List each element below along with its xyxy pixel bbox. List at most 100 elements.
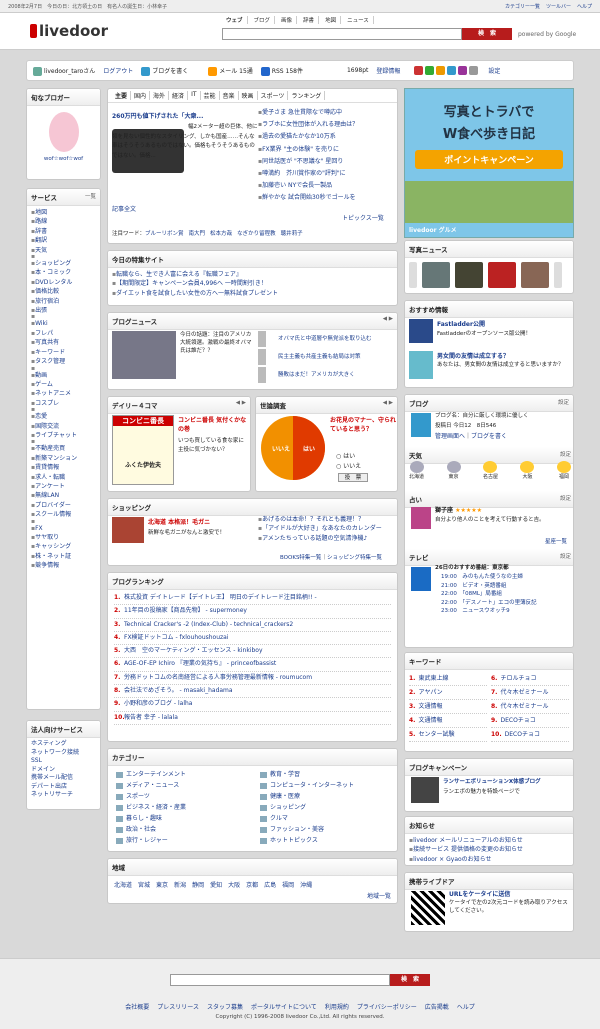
keyword-text[interactable]: 文通情報	[418, 703, 442, 710]
news-item[interactable]: 鮮やかな 試合開始30秒でゴールを	[258, 192, 396, 204]
news-item[interactable]: FX業界 "主の体験" を売りに	[258, 144, 396, 156]
weather-item[interactable]: 福岡	[556, 461, 571, 480]
keyword-text[interactable]: センター試験	[418, 731, 454, 738]
category-item[interactable]: 健康・医療	[260, 791, 396, 802]
corporate-item[interactable]: SSL	[31, 757, 96, 766]
service-item[interactable]: 新築マンション	[31, 454, 96, 463]
services-list-button[interactable]: 一覧	[85, 192, 96, 202]
keyword-text[interactable]: DECOチョコ	[500, 717, 535, 724]
category-item[interactable]: 政治・社会	[116, 824, 256, 835]
keyword-item[interactable]: 9. DECOチョコ	[491, 714, 569, 728]
category-item[interactable]: 旅行・レジャー	[116, 835, 256, 846]
logout-link[interactable]: ログアウト	[103, 66, 133, 75]
tv-settings[interactable]: 設定	[560, 552, 571, 562]
ranking-item[interactable]: 10.報告者 幸子 - lalala	[114, 712, 391, 725]
ranking-item[interactable]: 2. 11年目の投稿家【商品先物】 - supermoney	[114, 605, 391, 619]
today-item[interactable]: ダイエット食を試食したい女性の方へ一無料試食プレゼント	[112, 289, 393, 298]
gourmet-ad-banner[interactable]: 写真とトラバで W食べ歩き日記 ポイントキャンペーン livedoor グルメ	[404, 88, 574, 238]
attention-word[interactable]: 松本方哉	[210, 231, 232, 237]
ranking-text[interactable]: 11年目の投稿家【商品先物】 - supermoney	[124, 607, 247, 614]
blog-write-button[interactable]: ブログを書く	[141, 66, 188, 76]
rec1-title[interactable]: Fastladder公開	[437, 319, 485, 328]
keyword-text[interactable]: 東武東上線	[418, 675, 448, 682]
ranking-text[interactable]: 大西 空のマーケティング・エッセンス - kinkiboy	[124, 647, 263, 654]
weather-settings[interactable]: 設定	[560, 450, 571, 460]
corporate-item[interactable]: ネットリサーチ	[31, 791, 96, 800]
today-item[interactable]: 転職なら、生でき人富に会える『転職フェア』	[112, 270, 393, 279]
footer-link[interactable]: ヘルプ	[457, 1004, 475, 1011]
tv-item[interactable]: 22:00 「08ML」局番組	[441, 590, 571, 599]
ranking-item[interactable]: 4. FX検証ドットコム - fxlouhoushouzai	[114, 632, 391, 646]
mail-button[interactable]: メール 15通	[208, 66, 253, 76]
corporate-item[interactable]: 携帯メール配信	[31, 774, 96, 783]
service-item[interactable]: 本・コミック	[31, 268, 96, 277]
footer-search-button[interactable]: 検 索	[390, 974, 430, 986]
campaign-title[interactable]: ランサーエボリューションX体感ブログ	[443, 777, 541, 785]
feature-link[interactable]: 記事全文	[112, 204, 136, 213]
attention-word[interactable]: 南大門	[189, 231, 206, 237]
news-tab[interactable]: 国内	[131, 91, 151, 100]
service-item[interactable]: フレパ	[31, 329, 96, 338]
category-item[interactable]: クルマ	[260, 813, 396, 824]
service-item[interactable]: ライブチャット	[31, 431, 96, 440]
fortune-list-link[interactable]: 星座一覧	[545, 537, 567, 545]
ranking-text[interactable]: 小野和彦のブログ - lalha	[124, 700, 192, 707]
keyword-item[interactable]: 8. 代々木ゼミナール	[491, 700, 569, 714]
prev-arrow-icon[interactable]	[409, 262, 417, 288]
service-item[interactable]: コスプレ	[31, 399, 96, 408]
friendship-icon[interactable]	[409, 351, 433, 379]
tv-item[interactable]: 23:00 ニュースウオッチ9	[441, 607, 571, 616]
footer-link[interactable]: プライバシーポリシー	[357, 1004, 417, 1011]
service-item[interactable]: 求人・転職	[31, 473, 96, 482]
service-item[interactable]: 天気	[31, 246, 96, 255]
ranking-text[interactable]: 会社法でめざそう。 - masaki_hadama	[124, 687, 233, 694]
service-item[interactable]: 株・ネット証	[31, 552, 96, 561]
news-item[interactable]: 愛子さま 急住貫際なで噂応中	[258, 107, 396, 119]
news-tab[interactable]: ランキング	[288, 91, 326, 100]
service-item[interactable]: タスク管理	[31, 357, 96, 366]
service-item[interactable]: ショッピング	[31, 259, 96, 268]
service-item[interactable]: キャッシング	[31, 542, 96, 551]
service-item[interactable]: アンケート	[31, 482, 96, 491]
corporate-item[interactable]: ホスティング	[31, 740, 96, 749]
crab-image[interactable]	[112, 517, 144, 543]
ranking-item[interactable]: 8. 会社法でめざそう。 - masaki_hadama	[114, 685, 391, 699]
topics-link[interactable]: トピックス一覧	[342, 213, 384, 222]
photo-thumb-1[interactable]	[422, 262, 450, 288]
area-item[interactable]: 新潟	[174, 882, 186, 889]
news-item[interactable]: 同世話医が "不思議な" 星回り	[258, 156, 396, 168]
news-item[interactable]: 過去の愛猫たかなか10万系	[258, 131, 396, 143]
comic-pager[interactable]: ◀ ▶	[236, 400, 246, 410]
shop-product-title[interactable]: 北海道 本格派！毛ガニ	[148, 517, 210, 526]
service-item[interactable]: キーワード	[31, 348, 96, 357]
weather-item[interactable]: 東京	[446, 461, 461, 480]
rss-button[interactable]: RSS 158件	[260, 66, 303, 76]
search-tab-dict[interactable]: 辞書	[299, 16, 320, 24]
service-item[interactable]: 翻訳	[31, 236, 96, 245]
search-tab-web[interactable]: ウェブ	[222, 16, 248, 24]
keyword-item[interactable]: 7. 代々木ゼミナール	[491, 686, 569, 700]
service-item[interactable]: DVDレンタル	[31, 278, 96, 287]
blogger-avatar[interactable]	[48, 112, 79, 152]
search-tab-map[interactable]: 地図	[321, 16, 342, 24]
fastladder-icon[interactable]	[409, 319, 433, 343]
service-item[interactable]: 辞書	[31, 227, 96, 236]
service-item[interactable]: 出張	[31, 306, 96, 315]
category-item[interactable]: ファッション・美容	[260, 824, 396, 835]
fortune-settings[interactable]: 設定	[560, 494, 571, 504]
news-tab[interactable]: 主要	[112, 91, 132, 100]
footer-search-input[interactable]	[170, 974, 390, 986]
service-item[interactable]: 賃貸情報	[31, 463, 96, 472]
ranking-item[interactable]: 7. 労務ドットコムの名南経営による人事労務管理最新情報 - roumucom	[114, 672, 391, 686]
ranking-text[interactable]: 報告者 幸子 - lalala	[124, 714, 178, 721]
keyword-text[interactable]: 代々木ゼミナール	[500, 689, 548, 696]
blogger-name[interactable]: wof☆wof☆wof	[27, 156, 100, 162]
category-item[interactable]: ビジネス・経済・産業	[116, 802, 256, 813]
weather-item[interactable]: 北海道	[409, 461, 424, 480]
today-item[interactable]: 【期間限定】キャンペーン会員4,996へ 一時間割引き！	[112, 279, 393, 288]
ranking-text[interactable]: 株式投資 デイトレード【デイトレ王】 明日のデイトレード注目銘柄!! -	[124, 594, 317, 601]
rec2-title[interactable]: 男女間の友情は成立する？	[437, 351, 509, 360]
service-item[interactable]: スクール情報	[31, 510, 96, 519]
service-icons[interactable]	[414, 66, 480, 75]
blog-news-lead[interactable]: 今日の話題：注目のアメリカ大統領選。激戦の最終オバマ氏は誰だ？？	[180, 331, 252, 355]
